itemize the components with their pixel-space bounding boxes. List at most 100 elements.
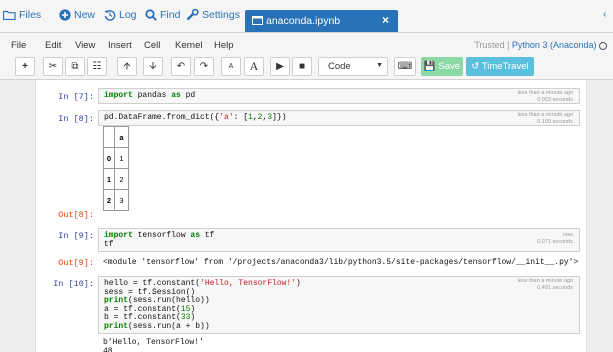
cell-output: b'Hello, TensorFlow!' 48 [103,338,204,352]
settings-label: Settings [202,9,240,21]
log-link[interactable]: Log [104,9,137,21]
dataframe-table: a 01 12 23 [103,126,129,211]
settings-link[interactable]: Settings [186,9,240,21]
table-row: 23 [103,189,129,211]
arrow-up-icon: 🡩 [123,61,131,72]
cut-button[interactable]: ✂ [43,57,63,76]
input-prompt: In [9]: [58,231,94,241]
save-label: Save [438,61,461,72]
paste-button[interactable]: ☷ [87,57,107,76]
menu-insert[interactable]: Insert [108,40,132,51]
toolbar: + ✂ ⧉ ☷ 🡩 🡫 ↶ ↷ A A ▶ ■ Code ▼ ⌨ 💾 Save ↺… [0,55,613,80]
cell-timing: now 0.071 seconds [537,232,573,245]
save-button[interactable]: 💾 Save [421,57,463,76]
code-cell-input[interactable]: import tensorflow as tf tf now 0.071 seco… [98,228,580,252]
files-label: Files [19,9,42,21]
cell-timing: less than a minute ago 0.003 seconds [517,90,573,103]
tab-notebook[interactable]: anaconda.ipynb × [245,10,398,32]
menu-bar: File Edit View Insert Cell Kernel Help T… [0,33,613,55]
arrow-down-icon: 🡫 [149,61,157,72]
cell-type-value: Code [328,61,351,72]
wrench-icon [186,9,199,21]
undo-icon: ↶ [176,61,186,72]
input-prompt: In [10]: [53,279,94,289]
insert-cell-button[interactable]: + [15,57,35,76]
find-label: Find [160,9,181,21]
output-prompt: Out[9]: [58,258,94,268]
history-icon [104,10,116,21]
font-small-icon: A [228,63,234,70]
input-prompt: In [7]: [58,92,94,102]
paste-icon: ☷ [92,61,102,72]
new-link[interactable]: New [59,9,95,21]
more-icon[interactable]: ‹ [603,9,606,20]
code-text: import pandas as pd [104,91,196,100]
run-button[interactable]: ▶ [270,57,290,76]
output-prompt: Out[8]: [58,210,94,220]
table-index-cell: 2 [103,189,115,211]
table-header-row: a [103,126,129,148]
notebook-icon [252,16,263,25]
menu-view[interactable]: View [75,40,95,51]
cell-output: <module 'tensorflow' from '/projects/ana… [103,258,579,267]
plus-circle-icon [59,9,71,21]
input-prompt: In [8]: [58,114,94,124]
table-header-cell: a [114,126,129,148]
files-link[interactable]: Files [3,9,41,21]
table-header-cell [103,126,115,148]
new-label: New [74,9,96,21]
move-up-button[interactable]: 🡩 [117,57,137,76]
notebook-area: In [7]: import pandas as pd less than a … [35,80,587,352]
copy-button[interactable]: ⧉ [65,57,85,76]
cell-timing: less than a minute ago 0.109 seconds [517,112,573,125]
table-cell: 3 [114,189,129,211]
menu-cell[interactable]: Cell [144,40,160,51]
code-text: import tensorflow as tf tf [104,231,215,249]
find-link[interactable]: Find [145,9,180,21]
trusted-label[interactable]: Trusted [474,40,504,50]
undo-button[interactable]: ↶ [171,57,191,76]
redo-icon: ↷ [199,61,209,72]
cell-timing: less than a minute ago 0.491 seconds [517,278,573,291]
menu-edit[interactable]: Edit [45,40,61,51]
tab-label: anaconda.ipynb [266,15,341,27]
code-cell-input[interactable]: import pandas as pd less than a minute a… [98,88,580,104]
search-icon [145,9,157,21]
code-cell-input[interactable]: pd.DataFrame.from_dict({'a': [1,2,3]}) l… [98,110,580,126]
log-label: Log [119,9,137,21]
redo-button[interactable]: ↷ [194,57,214,76]
folder-icon [3,10,16,20]
font-large-icon: A [249,59,259,73]
stop-button[interactable]: ■ [292,57,312,76]
table-row: 12 [103,168,129,190]
keyboard-button[interactable]: ⌨ [394,57,416,76]
code-text: hello = tf.constant('Hello, TensorFlow!'… [104,279,301,331]
menu-kernel[interactable]: Kernel [175,40,202,51]
close-icon[interactable]: × [382,13,389,27]
kernel-indicator-icon [599,41,607,50]
table-row: 01 [103,147,129,169]
scissors-icon: ✂ [48,61,58,72]
move-down-button[interactable]: 🡫 [143,57,163,76]
history-icon: ↺ [471,61,480,72]
code-text: pd.DataFrame.from_dict({'a': [1,2,3]}) [104,113,287,122]
menu-file[interactable]: File [11,40,26,51]
table-cell: 1 [114,147,129,169]
kernel-name[interactable]: Python 3 (Anaconda) [512,40,597,50]
table-index-cell: 1 [103,168,115,190]
plus-icon: + [22,61,28,72]
increase-font-button[interactable]: A [244,57,264,76]
cell-type-select[interactable]: Code ▼ [318,57,388,76]
decrease-font-button[interactable]: A [221,57,241,76]
save-icon: 💾 [423,61,436,72]
menu-help[interactable]: Help [214,40,234,51]
code-cell-input[interactable]: hello = tf.constant('Hello, TensorFlow!'… [98,276,580,334]
top-bar: Files New Log Find Settings anaconda.ipy… [0,0,613,33]
timetravel-button[interactable]: ↺ TimeTravel [466,57,534,76]
keyboard-icon: ⌨ [397,61,413,72]
table-cell: 2 [114,168,129,190]
stop-icon: ■ [298,61,306,72]
caret-down-icon: ▼ [376,62,383,69]
table-index-cell: 0 [103,147,115,169]
copy-icon: ⧉ [71,61,79,72]
